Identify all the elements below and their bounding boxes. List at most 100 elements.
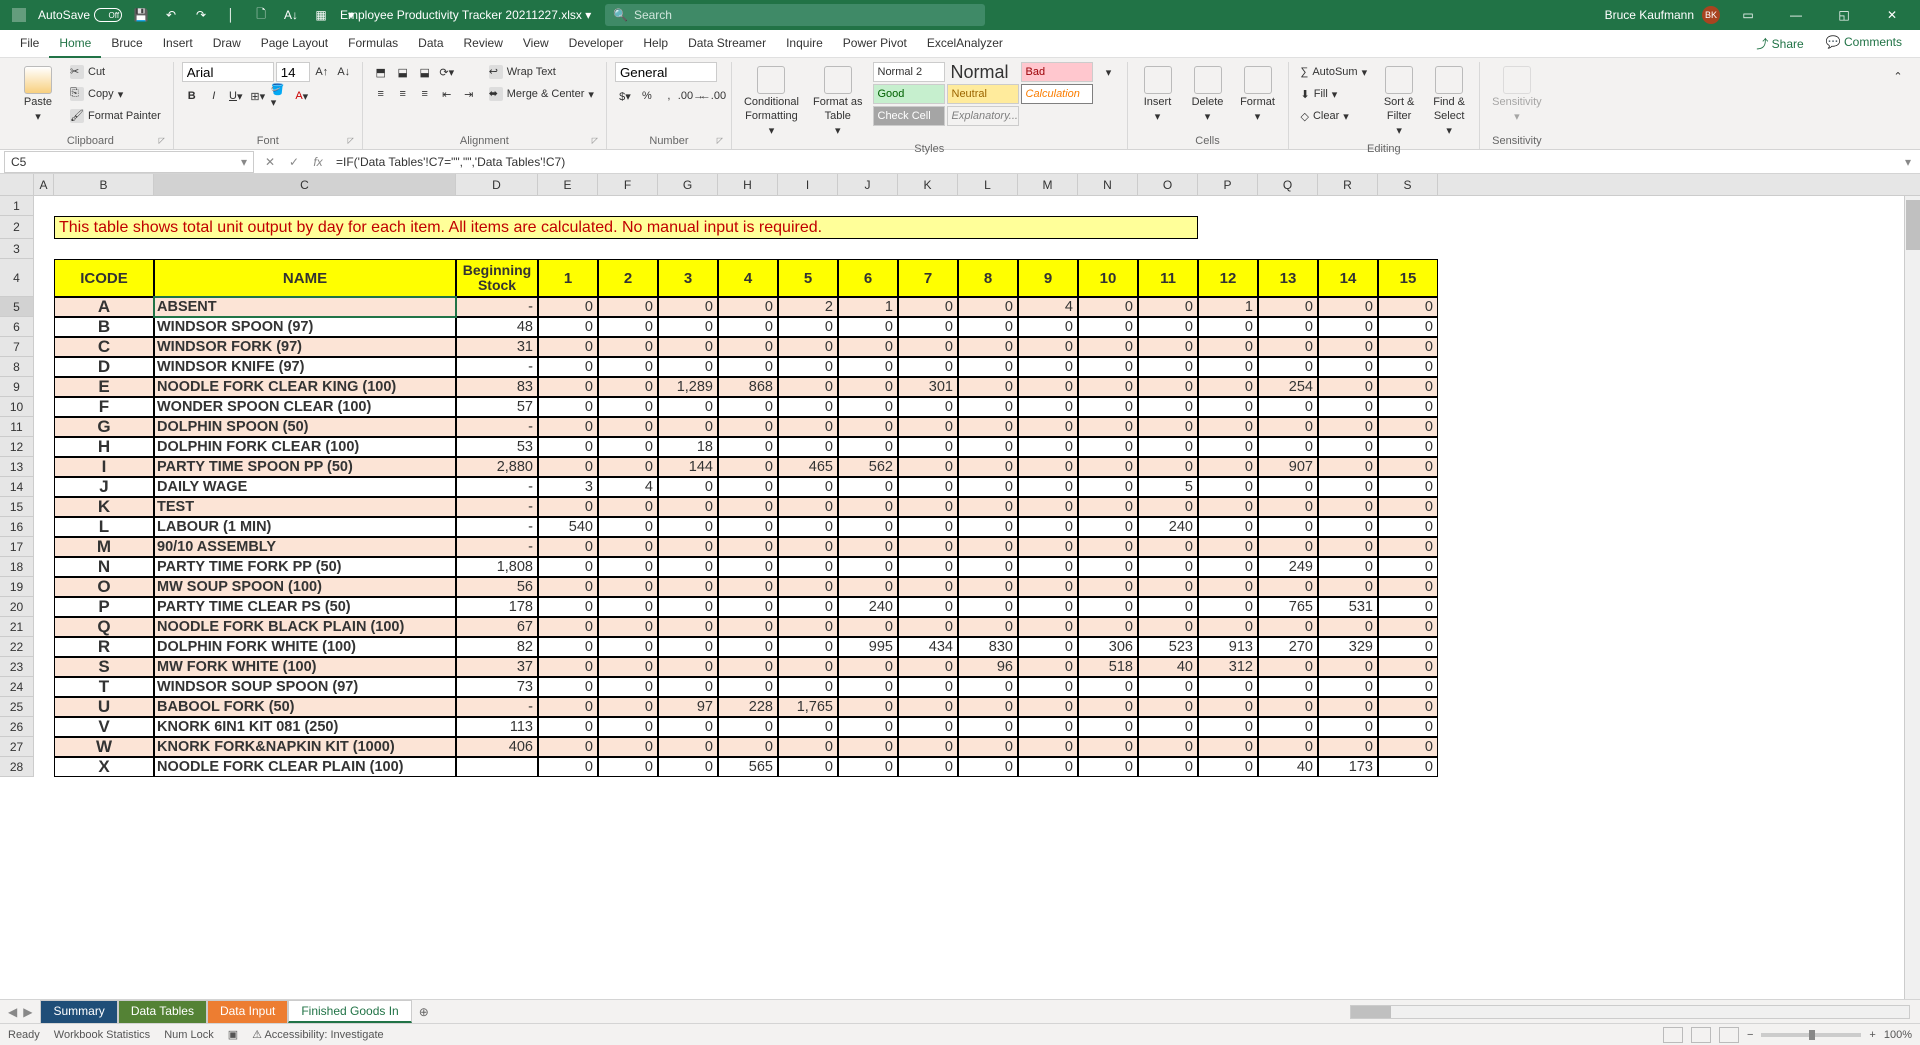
cell-value[interactable]: 0: [778, 637, 838, 657]
cell-value[interactable]: 0: [1018, 437, 1078, 457]
cell-icode[interactable]: C: [54, 337, 154, 357]
chart-icon[interactable]: ▦: [310, 4, 332, 26]
cell-name[interactable]: DOLPHIN FORK CLEAR (100): [154, 437, 456, 457]
cell-value[interactable]: 0: [1198, 437, 1258, 457]
cell-value[interactable]: 0: [658, 597, 718, 617]
tab-bruce[interactable]: Bruce: [101, 30, 152, 58]
inc-decimal-icon[interactable]: .00→: [681, 86, 701, 106]
cell-value[interactable]: 0: [898, 357, 958, 377]
cell-value[interactable]: 0: [1318, 697, 1378, 717]
cell-value[interactable]: 0: [1378, 457, 1438, 477]
cell-value[interactable]: 0: [778, 677, 838, 697]
cell-value[interactable]: 3: [538, 477, 598, 497]
styles-more-icon[interactable]: ▾: [1099, 62, 1119, 82]
row-header-6[interactable]: 6: [0, 317, 34, 337]
cell-value[interactable]: 0: [1018, 577, 1078, 597]
cell-value[interactable]: 0: [958, 597, 1018, 617]
align-bottom-icon[interactable]: ⬓: [415, 62, 435, 82]
cell-value[interactable]: 0: [1018, 377, 1078, 397]
cell-value[interactable]: 0: [1138, 577, 1198, 597]
cell-value[interactable]: 0: [898, 697, 958, 717]
cell-value[interactable]: 0: [1378, 737, 1438, 757]
cell-value[interactable]: 0: [1078, 537, 1138, 557]
cell-value[interactable]: 0: [838, 717, 898, 737]
cell-value[interactable]: 0: [1378, 337, 1438, 357]
cell-value[interactable]: 0: [598, 457, 658, 477]
cell-value[interactable]: 0: [778, 337, 838, 357]
cell-value[interactable]: 0: [598, 377, 658, 397]
cell-icode[interactable]: S: [54, 657, 154, 677]
col-header-D[interactable]: D: [456, 174, 538, 195]
format-cells-button[interactable]: Format▾: [1236, 62, 1280, 127]
cell-value[interactable]: 0: [1378, 537, 1438, 557]
cell-value[interactable]: 0: [838, 617, 898, 637]
cell-begstock[interactable]: -: [456, 357, 538, 377]
zoom-out-icon[interactable]: −: [1747, 1029, 1753, 1041]
cell-value[interactable]: 0: [598, 497, 658, 517]
bold-button[interactable]: B: [182, 86, 202, 106]
cell-value[interactable]: 0: [778, 357, 838, 377]
cell-value[interactable]: 0: [1138, 297, 1198, 317]
close-icon[interactable]: ✕: [1872, 0, 1912, 30]
cell-value[interactable]: 0: [838, 397, 898, 417]
col-header-A[interactable]: A: [34, 174, 54, 195]
cell-value[interactable]: 0: [1378, 717, 1438, 737]
cell-value[interactable]: 0: [838, 557, 898, 577]
cell-value[interactable]: 0: [1318, 397, 1378, 417]
col-header-S[interactable]: S: [1378, 174, 1438, 195]
font-name-select[interactable]: [182, 62, 274, 82]
cell-value[interactable]: 0: [778, 617, 838, 637]
grow-font-icon[interactable]: A↑: [312, 62, 332, 82]
cell-value[interactable]: 0: [1078, 357, 1138, 377]
cell-value[interactable]: 0: [598, 417, 658, 437]
user-name[interactable]: Bruce Kaufmann: [1605, 8, 1694, 22]
cell-value[interactable]: 0: [1138, 437, 1198, 457]
cell-value[interactable]: 0: [1378, 357, 1438, 377]
cell-value[interactable]: 0: [1018, 417, 1078, 437]
row-header-26[interactable]: 26: [0, 717, 34, 737]
cell-value[interactable]: 0: [1078, 757, 1138, 777]
cell-value[interactable]: 0: [1258, 297, 1318, 317]
cell-value[interactable]: 0: [1198, 737, 1258, 757]
cell-value[interactable]: 0: [1078, 517, 1138, 537]
collapse-ribbon-icon[interactable]: ⌃: [1888, 66, 1908, 86]
cell-value[interactable]: 0: [538, 737, 598, 757]
cell-value[interactable]: 0: [1018, 397, 1078, 417]
cell-value[interactable]: 0: [598, 557, 658, 577]
cell-value[interactable]: 0: [598, 357, 658, 377]
cell-begstock[interactable]: 178: [456, 597, 538, 617]
cell-name[interactable]: ABSENT: [154, 297, 456, 317]
cell-value[interactable]: 306: [1078, 637, 1138, 657]
cell-value[interactable]: 0: [958, 457, 1018, 477]
row-header-10[interactable]: 10: [0, 397, 34, 417]
cell-value[interactable]: 0: [958, 537, 1018, 557]
cell-icode[interactable]: K: [54, 497, 154, 517]
cell-value[interactable]: 0: [898, 397, 958, 417]
cell-value[interactable]: 0: [838, 757, 898, 777]
cell-value[interactable]: 0: [718, 477, 778, 497]
cell-icode[interactable]: W: [54, 737, 154, 757]
row-header-14[interactable]: 14: [0, 477, 34, 497]
row-header-13[interactable]: 13: [0, 457, 34, 477]
dialog-launcher-icon[interactable]: ◸: [592, 136, 598, 145]
paste-button[interactable]: Paste ▾: [16, 62, 60, 127]
cell-value[interactable]: 0: [958, 717, 1018, 737]
cell-value[interactable]: 0: [958, 757, 1018, 777]
cell-value[interactable]: 0: [1378, 677, 1438, 697]
underline-button[interactable]: U▾: [226, 86, 246, 106]
cell-name[interactable]: WINDSOR SPOON (97): [154, 317, 456, 337]
cell-value[interactable]: 830: [958, 637, 1018, 657]
row-header-21[interactable]: 21: [0, 617, 34, 637]
cell-value[interactable]: 0: [538, 717, 598, 737]
cell-value[interactable]: 868: [718, 377, 778, 397]
cell-value[interactable]: 0: [778, 377, 838, 397]
ribbon-options-icon[interactable]: ▭: [1728, 0, 1768, 30]
cell-value[interactable]: 0: [538, 757, 598, 777]
cell-style-bad[interactable]: Bad: [1021, 62, 1093, 82]
row-header-9[interactable]: 9: [0, 377, 34, 397]
find-select-button[interactable]: Find &Select▾: [1427, 62, 1471, 141]
cell-value[interactable]: 0: [1018, 477, 1078, 497]
cell-value[interactable]: 0: [958, 677, 1018, 697]
cell-value[interactable]: 0: [1378, 617, 1438, 637]
cell-value[interactable]: 0: [1018, 757, 1078, 777]
